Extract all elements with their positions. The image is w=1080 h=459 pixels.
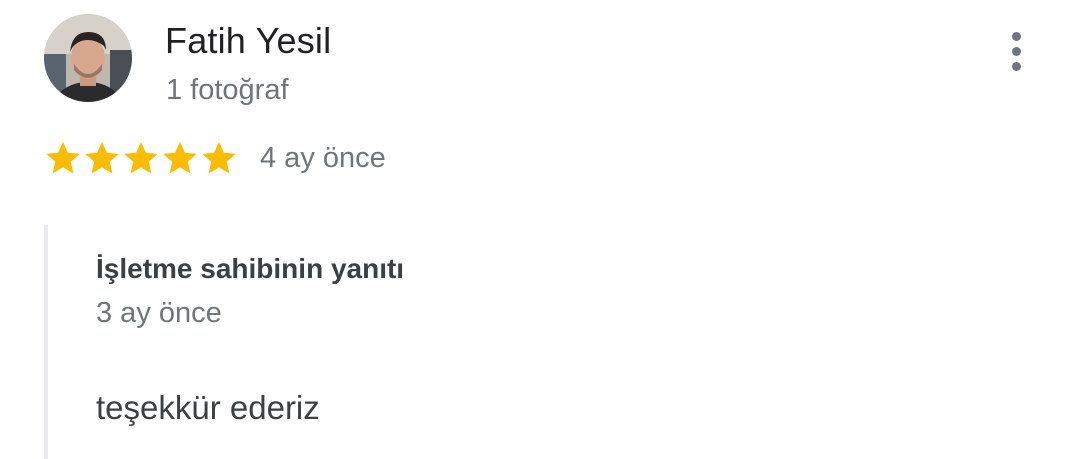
owner-reply-date: 3 ay önce (96, 297, 222, 329)
review-date: 4 ay önce (260, 142, 386, 174)
more-vert-icon-dot (1011, 31, 1021, 41)
rating-row: 4 ay önce (44, 136, 386, 180)
star-icon (200, 139, 238, 177)
review-card: Fatih Yesil 1 fotoğraf 4 ay önce İşletme… (0, 0, 1080, 459)
more-vert-icon-dot (1011, 61, 1021, 71)
star-rating (44, 139, 238, 177)
author-avatar[interactable] (44, 14, 132, 102)
star-icon (44, 139, 82, 177)
more-vert-icon-dot (1011, 46, 1021, 56)
author-photo-count: 1 fotoğraf (166, 74, 289, 106)
star-icon (122, 139, 160, 177)
star-icon (83, 139, 121, 177)
owner-reply-title: İşletme sahibinin yanıtı (96, 253, 405, 284)
star-icon (161, 139, 199, 177)
owner-reply-text: teşekkür ederiz (96, 389, 320, 426)
owner-reply: İşletme sahibinin yanıtı 3 ay önce teşek… (44, 225, 1048, 459)
more-options-button[interactable] (996, 26, 1036, 76)
author-name[interactable]: Fatih Yesil (165, 20, 331, 62)
avatar-photo-icon (44, 14, 132, 102)
